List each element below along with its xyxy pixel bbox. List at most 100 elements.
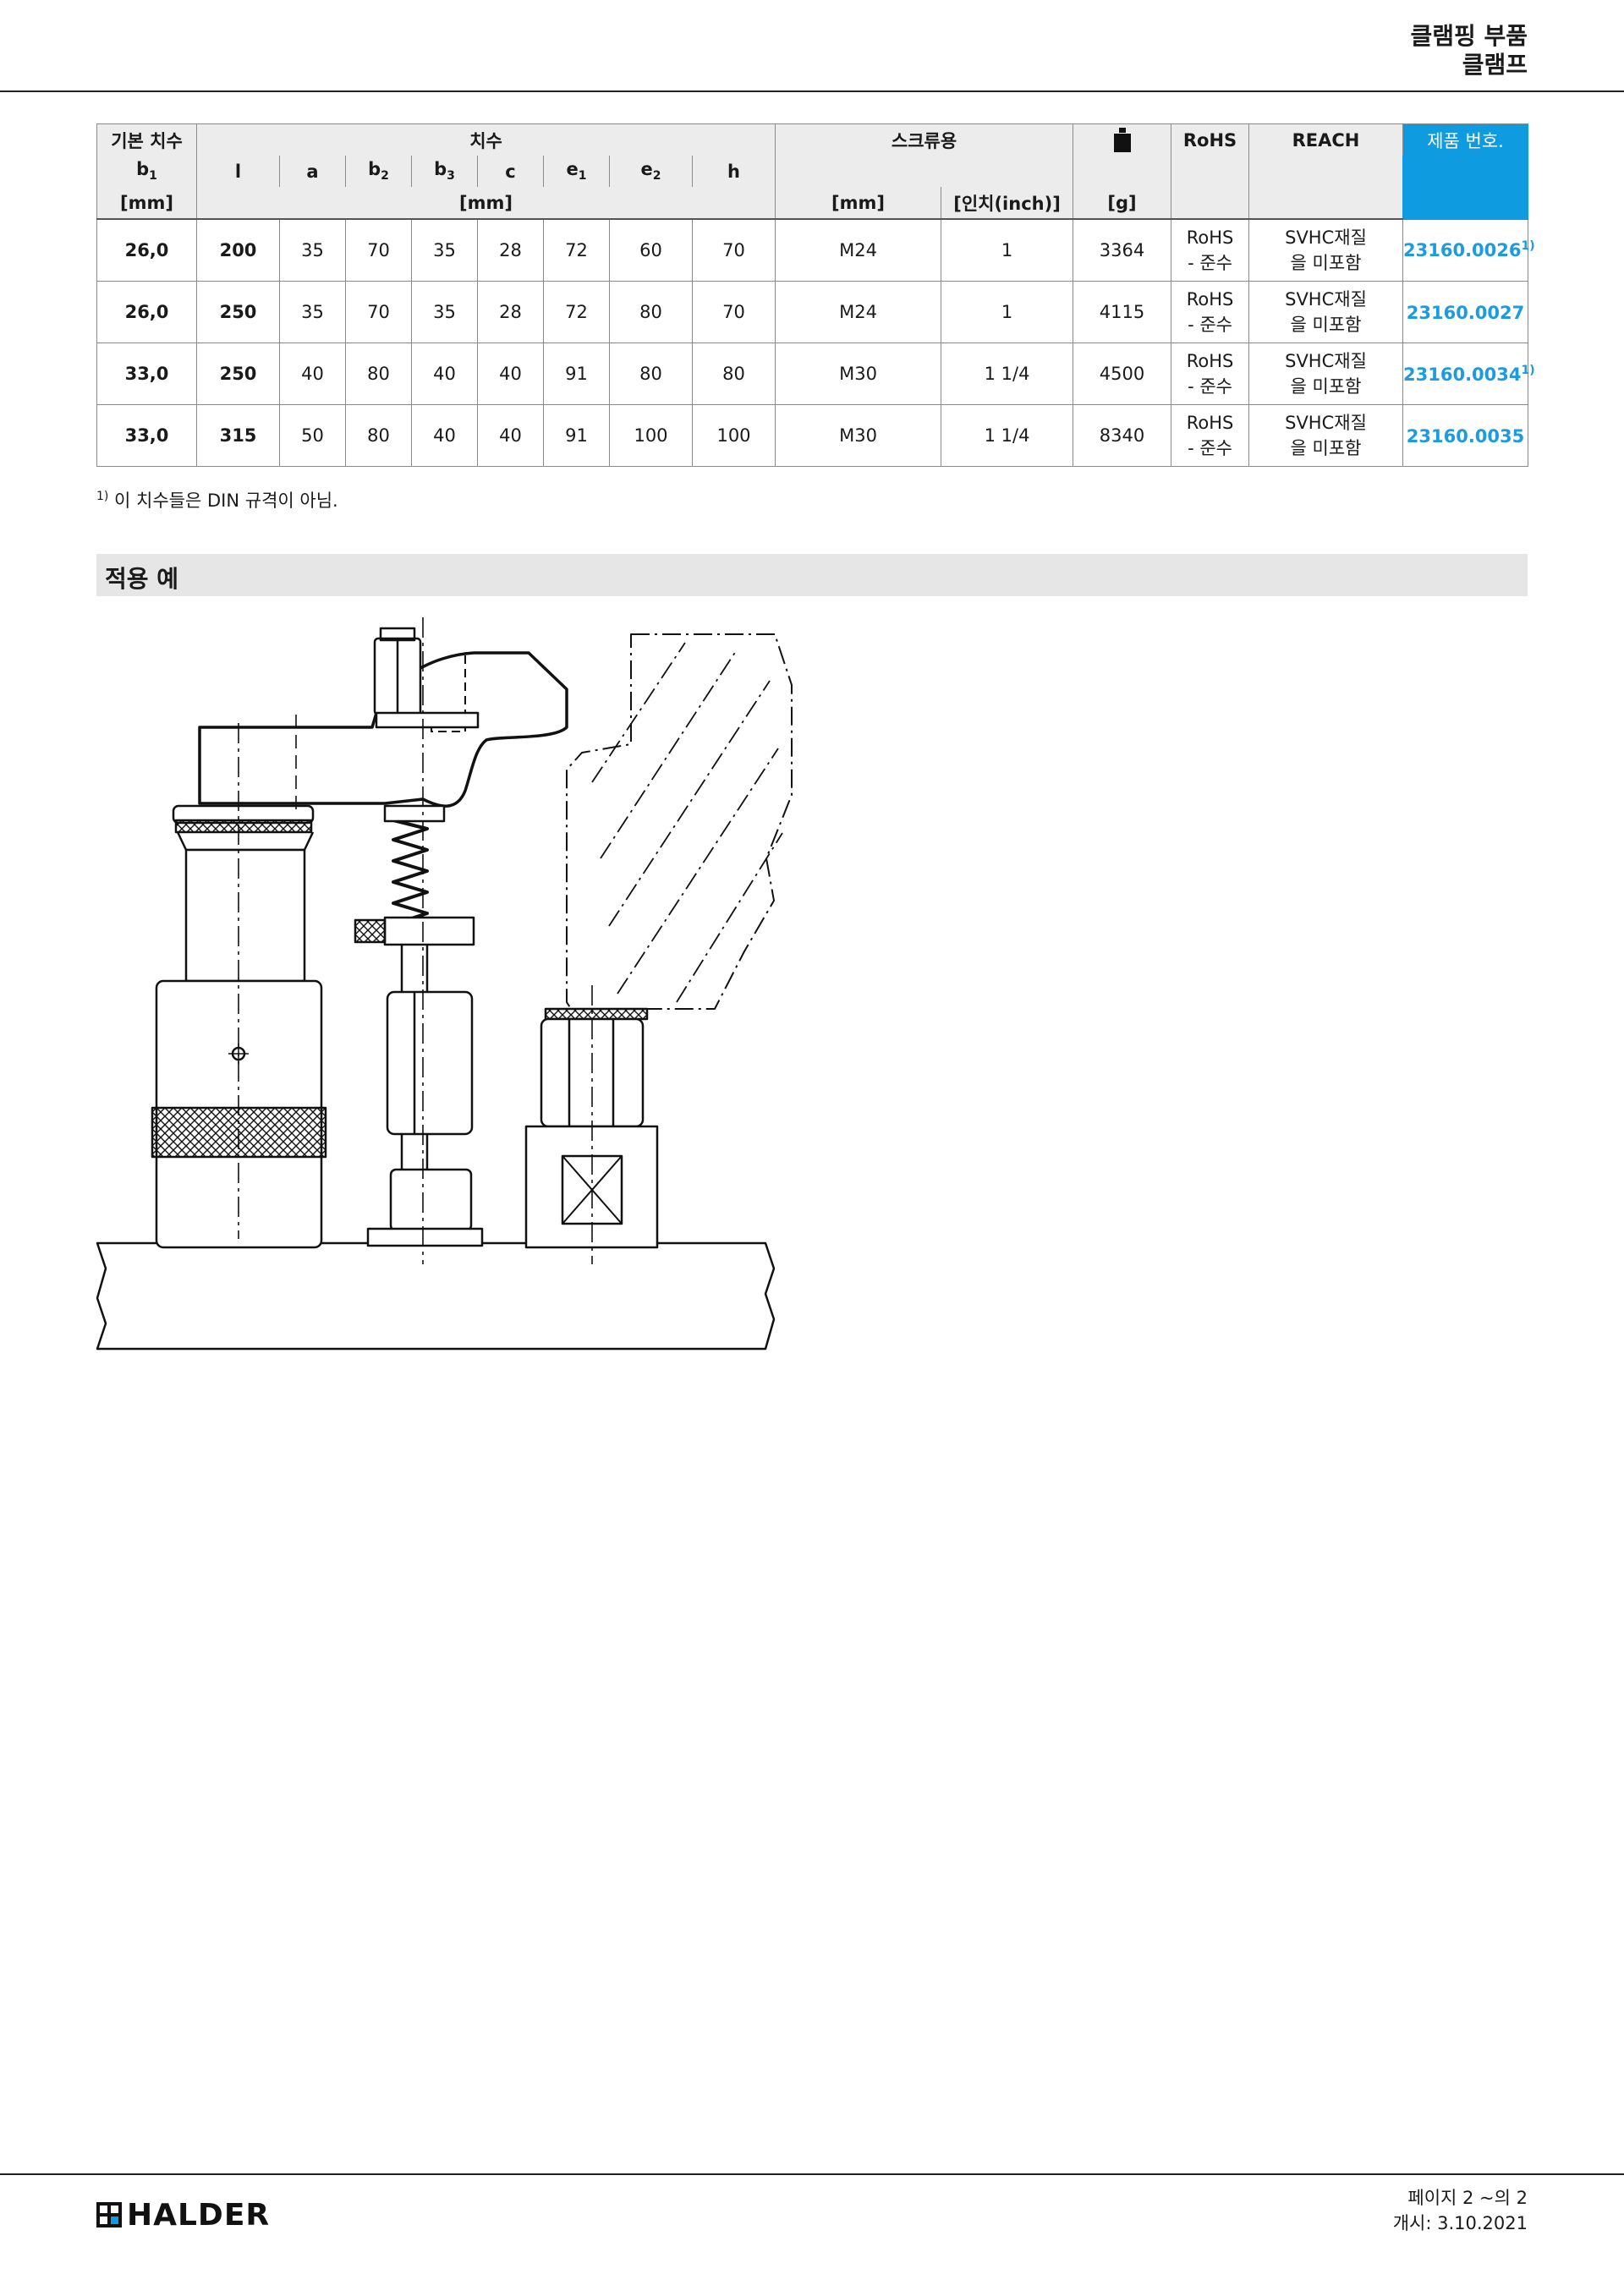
subcategory-title: 클램프 xyxy=(1462,51,1528,79)
cell-inch: 1 1/4 xyxy=(941,404,1074,467)
header-l: l xyxy=(196,156,280,187)
cell-a: 35 xyxy=(279,281,346,343)
header-e2: e2 xyxy=(609,156,693,187)
header-weight xyxy=(1073,123,1172,156)
cell-mm: M30 xyxy=(775,404,942,467)
product-number-link[interactable]: 23160.0035 xyxy=(1402,404,1529,467)
cell-e2: 100 xyxy=(609,404,693,467)
cell-reach: SVHC재질 을 미포함 xyxy=(1248,404,1404,467)
cell-b2: 70 xyxy=(345,218,412,282)
header-b1: b1 xyxy=(96,156,197,187)
header-dims-title: 치수 xyxy=(195,123,776,156)
header-reach: REACH xyxy=(1248,123,1404,156)
product-number-link[interactable]: 23160.00341) xyxy=(1402,342,1535,405)
page-number: 페이지 2 ~의 2 xyxy=(1407,2188,1528,2208)
product-number-link[interactable]: 23160.00261) xyxy=(1402,218,1535,282)
cell-b1: 33,0 xyxy=(96,342,197,405)
cell-inch: 1 1/4 xyxy=(941,342,1074,405)
cell-b2: 80 xyxy=(345,404,412,467)
weight-icon xyxy=(1113,127,1131,152)
header-h: h xyxy=(691,156,776,187)
unit-b1: [mm] xyxy=(96,187,197,220)
cell-c: 40 xyxy=(477,404,544,467)
footer-info: 페이지 2 ~의 2 개시: 3.10.2021 xyxy=(1393,2185,1528,2236)
cell-e1: 91 xyxy=(543,404,610,467)
cell-rohs: RoHS - 준수 xyxy=(1171,281,1250,343)
cell-b2: 80 xyxy=(345,342,412,405)
cell-mm: M24 xyxy=(775,218,942,282)
cell-e2: 60 xyxy=(609,218,693,282)
cell-inch: 1 xyxy=(941,281,1074,343)
cell-e2: 80 xyxy=(609,281,693,343)
cell-inch: 1 xyxy=(941,218,1074,282)
header-e1: e1 xyxy=(543,156,610,187)
cell-g: 4500 xyxy=(1073,342,1172,405)
cell-a: 35 xyxy=(279,218,346,282)
cell-c: 40 xyxy=(477,342,544,405)
unit-dims: [mm] xyxy=(195,187,776,220)
cell-reach: SVHC재질 을 미포함 xyxy=(1248,342,1404,405)
cell-reach: SVHC재질 을 미포함 xyxy=(1248,281,1404,343)
header-b2: b2 xyxy=(345,156,412,187)
table-row: 33,0 250 40 80 40 40 91 80 80 M30 1 1/4 4500 RoHS - 준… xyxy=(96,342,1535,405)
issue-date: 개시: 3.10.2021 xyxy=(1392,2213,1528,2233)
cell-g: 8340 xyxy=(1073,404,1172,467)
header-b3: b3 xyxy=(411,156,478,187)
footnote: 1) 이 치수들은 DIN 규격이 아님. xyxy=(96,490,338,511)
cell-b3: 35 xyxy=(411,281,478,343)
table-row: 26,0 200 35 70 35 28 72 60 70 M24 1 3364 RoHS - 준수 SVH… xyxy=(96,218,1535,282)
cell-b3: 40 xyxy=(411,404,478,467)
cell-b1: 26,0 xyxy=(96,218,197,282)
unit-screw-inch: [인치(inch)] xyxy=(941,187,1074,220)
cell-h: 70 xyxy=(691,218,776,282)
cell-b3: 40 xyxy=(411,342,478,405)
cell-e2: 80 xyxy=(609,342,693,405)
halder-logo: HALDER xyxy=(96,2197,271,2233)
header-screw-title: 스크류용 xyxy=(775,123,1074,156)
cell-b3: 35 xyxy=(411,218,478,282)
cell-c: 28 xyxy=(477,281,544,343)
cell-e1: 91 xyxy=(543,342,610,405)
cell-rohs: RoHS - 준수 xyxy=(1171,342,1250,405)
cell-rohs: RoHS - 준수 xyxy=(1171,218,1250,282)
cell-b1: 33,0 xyxy=(96,404,197,467)
header-b1-title: 기본 치수 xyxy=(96,123,197,156)
cell-a: 40 xyxy=(279,342,346,405)
section-title: 적용 예 xyxy=(105,565,179,593)
unit-weight: [g] xyxy=(1073,187,1172,220)
footer-divider xyxy=(0,2173,1624,2175)
cell-h: 70 xyxy=(691,281,776,343)
application-drawing xyxy=(93,613,795,1361)
section-bar: 적용 예 xyxy=(96,554,1528,596)
cell-l: 315 xyxy=(196,404,280,467)
header-rohs: RoHS xyxy=(1171,123,1250,156)
cell-mm: M24 xyxy=(775,281,942,343)
page-header: 클램핑 부품 클램프 xyxy=(1410,22,1528,79)
header-c: c xyxy=(477,156,544,187)
cell-a: 50 xyxy=(279,404,346,467)
cell-e1: 72 xyxy=(543,218,610,282)
spec-table: 기본 치수 치수 스크류용 RoHS REACH 제품 번호. b1 l a b… xyxy=(96,123,1535,467)
unit-screw-mm: [mm] xyxy=(775,187,942,220)
header-product-no: 제품 번호. xyxy=(1402,123,1529,220)
cell-l: 250 xyxy=(196,281,280,343)
cell-h: 100 xyxy=(691,404,776,467)
cell-b1: 26,0 xyxy=(96,281,197,343)
table-row: 26,0 250 35 70 35 28 72 80 70 M24 1 4115 RoHS - 준수 SVH… xyxy=(96,281,1529,343)
cell-c: 28 xyxy=(477,218,544,282)
cell-l: 250 xyxy=(196,342,280,405)
logo-wordmark: HALDER xyxy=(127,2197,271,2233)
cell-g: 4115 xyxy=(1073,281,1172,343)
cell-rohs: RoHS - 준수 xyxy=(1171,404,1250,467)
cell-mm: M30 xyxy=(775,342,942,405)
table-row: 33,0 315 50 80 40 40 91 100 100 M30 1 1/4 8340 RoHS -… xyxy=(96,404,1529,467)
product-number-link[interactable]: 23160.0027 xyxy=(1402,281,1529,343)
cell-h: 80 xyxy=(691,342,776,405)
cell-reach: SVHC재질 을 미포함 xyxy=(1248,218,1404,282)
halder-mark-icon xyxy=(96,2202,122,2228)
header-divider xyxy=(0,90,1624,92)
cell-l: 200 xyxy=(196,218,280,282)
cell-e1: 72 xyxy=(543,281,610,343)
category-title: 클램핑 부품 xyxy=(1410,22,1528,50)
cell-g: 3364 xyxy=(1073,218,1172,282)
